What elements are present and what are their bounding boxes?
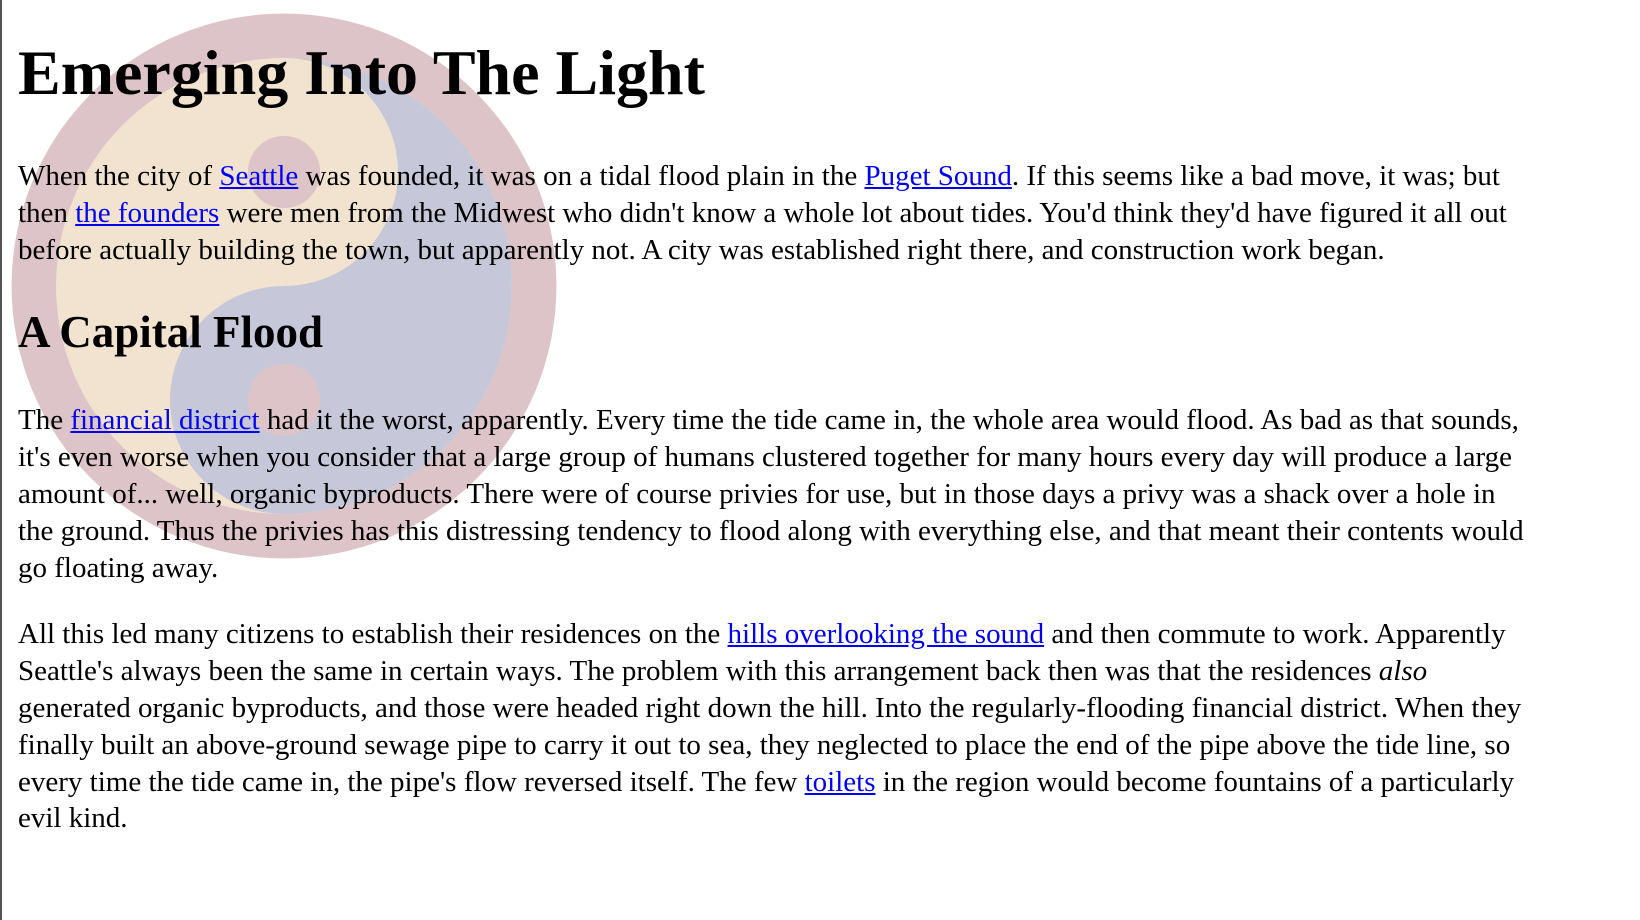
emphasis-text: also (1378, 655, 1428, 688)
page-title: Emerging Into The Light (18, 37, 705, 108)
text: All this led many citizens to establish … (18, 618, 728, 651)
link-puget-sound[interactable]: Puget Sound (864, 160, 1011, 192)
paragraph-residences: All this led many citizens to establish … (18, 616, 1538, 837)
link-toilets[interactable]: toilets (805, 766, 876, 798)
text: was founded, it was on a tidal flood pla… (298, 160, 865, 192)
text: were men from the Midwest who didn't kno… (18, 196, 1507, 266)
text: When the city of (18, 160, 220, 192)
link-financial-district[interactable]: financial district (70, 404, 259, 436)
paragraph-intro: When the city of Seattle was founded, it… (18, 158, 1538, 268)
link-seattle[interactable]: Seattle (219, 160, 298, 192)
text: The (18, 404, 71, 437)
link-the-founders[interactable]: the founders (75, 197, 219, 229)
section-heading: A Capital Flood (18, 307, 324, 358)
link-hills-overlooking-the-sound[interactable]: hills overlooking the sound (728, 618, 1045, 650)
page-left-border (0, 0, 2, 920)
paragraph-financial-district: The financial district had it the worst,… (18, 402, 1538, 586)
article: Emerging Into The Light When the city of… (18, 0, 1538, 837)
